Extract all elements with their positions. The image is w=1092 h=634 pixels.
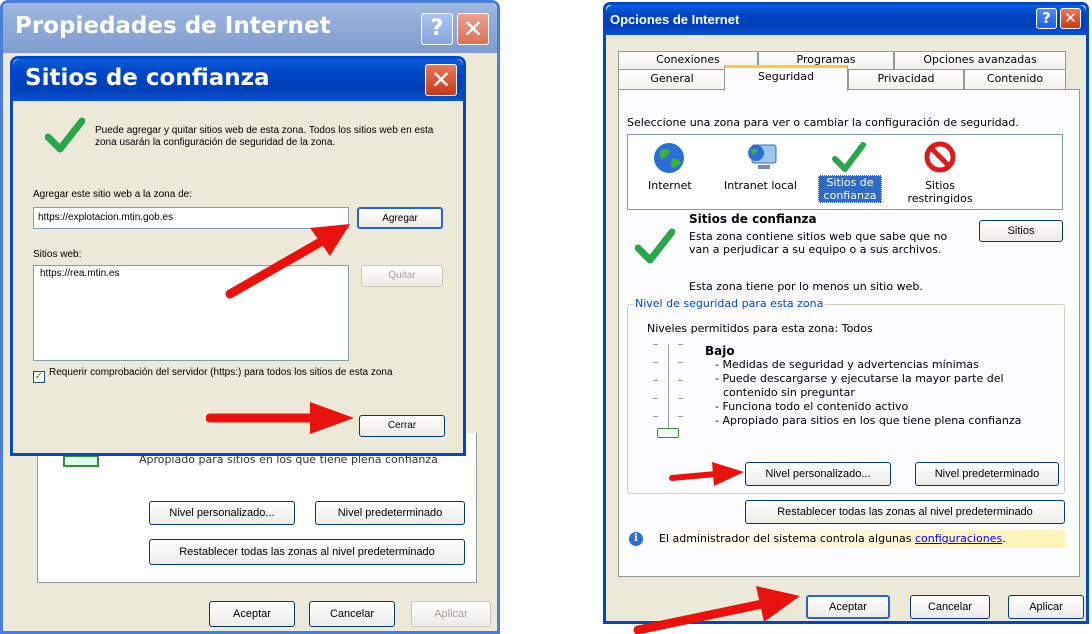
level-bullet-1: - Medidas de seguridad y advertencias mí… [715, 358, 979, 371]
admin-note-suffix: . [1002, 532, 1006, 545]
ok-button[interactable]: Aceptar [806, 595, 890, 619]
dialog-titlebar: Sitios de confianza ✕ [13, 59, 463, 101]
left-ok-button[interactable]: Aceptar [209, 601, 295, 627]
tab-seguridad[interactable]: Seguridad [724, 65, 848, 91]
zone-label-trusted[interactable]: Sitios de confianza [818, 175, 882, 203]
tab-contenido[interactable]: Contenido [964, 69, 1066, 89]
dialog-info-text: Puede agregar y quitar sitios web de est… [95, 125, 434, 148]
intranet-icon [748, 144, 777, 169]
admin-settings-link[interactable]: configuraciones [915, 532, 1002, 545]
right-window-title: Opciones de Internet [610, 12, 740, 27]
left-window-title: Propiedades de Internet [15, 13, 331, 39]
dialog-title: Sitios de confianza [25, 65, 270, 91]
zone-label-restricted[interactable]: Sitios restringidos [900, 179, 980, 205]
slider-thumb[interactable] [657, 428, 679, 438]
custom-level-button[interactable]: Nivel personalizado... [745, 462, 891, 486]
security-tab-page: Seleccione una zona para ver o cambiar l… [618, 89, 1080, 577]
require-https-checkbox[interactable]: ✓ [33, 371, 45, 383]
tab-privacidad[interactable]: Privacidad [848, 69, 964, 89]
zone-label-internet[interactable]: Internet [648, 179, 692, 192]
checkmark-icon [45, 117, 85, 153]
add-site-button[interactable]: Agregar [357, 207, 443, 229]
red-arrow-to-add [225, 224, 350, 299]
right-close-icon[interactable]: ✕ [1060, 8, 1081, 29]
help-icon[interactable]: ? [421, 13, 453, 45]
apply-button[interactable]: Aplicar [1008, 595, 1084, 619]
zone-label-intranet[interactable]: Intranet local [724, 179, 797, 192]
left-cancel-button[interactable]: Cancelar [309, 601, 395, 627]
red-arrow-to-close [206, 402, 354, 434]
default-level-button[interactable]: Nivel predeterminado [915, 462, 1059, 486]
trusted-check-icon [635, 228, 675, 264]
slider-thumb-icon [63, 455, 99, 467]
internet-options-window: Opciones de Internet ? ✕ Conexiones Prog… [603, 2, 1089, 624]
dialog-close-icon[interactable]: ✕ [425, 64, 457, 96]
zone-label-trusted-text: Sitios de confianza [823, 176, 877, 202]
admin-note-prefix: El administrador del sistema controla al… [659, 532, 912, 545]
checkmark-zone-icon [832, 142, 866, 172]
level-bullet-5: - Apropiado para sitios en los que tiene… [715, 414, 1022, 427]
left-window-titlebar: Propiedades de Internet ? ✕ [3, 3, 497, 53]
tab-opciones-avanzadas[interactable]: Opciones avanzadas [894, 51, 1066, 69]
restricted-icon [924, 141, 956, 173]
right-window-titlebar: Opciones de Internet ? ✕ [606, 5, 1086, 35]
info-icon: i [629, 532, 643, 546]
zone-list[interactable]: Internet Intranet local Sitios de confia… [627, 134, 1063, 210]
tab-general[interactable]: General [618, 69, 726, 89]
slider-ticks [653, 344, 683, 434]
zone-title: Sitios de confianza [689, 212, 817, 226]
zone-description: Esta zona contiene sitios web que sabe q… [689, 230, 948, 256]
level-bullet-3: contenido sin preguntar [723, 386, 855, 399]
cancel-button[interactable]: Cancelar [910, 595, 990, 619]
zone-prompt: Seleccione una zona para ver o cambiar l… [627, 116, 1019, 129]
zone-note: Esta zona tiene por lo menos un sitio we… [689, 280, 923, 293]
security-level-legend: Nivel de seguridad para esta zona [633, 297, 826, 310]
remove-site-button: Quitar [361, 265, 443, 287]
allowed-levels: Niveles permitidos para esta zona: Todos [647, 322, 873, 335]
sites-list-label: Sitios web: [33, 249, 82, 260]
level-name: Bajo [705, 344, 735, 358]
red-arrow-to-ok [633, 586, 800, 634]
level-bullet-2: - Puede descargarse y ejecutarse la mayo… [715, 372, 1004, 385]
security-slider[interactable] [653, 344, 683, 440]
globe-icon [654, 143, 684, 173]
close-icon[interactable]: ✕ [457, 13, 489, 45]
red-arrow-to-custom-level [669, 462, 744, 486]
left-apply-button: Aplicar [411, 601, 491, 627]
add-site-label: Agregar este sitio web a la zona de: [33, 189, 192, 200]
admin-note: El administrador del sistema controla al… [659, 532, 1006, 545]
left-default-level-button[interactable]: Nivel predeterminado [315, 501, 465, 525]
require-https-label: Requerir comprobación del servidor (http… [49, 367, 393, 378]
left-reset-all-button[interactable]: Restablecer todas las zonas al nivel pre… [149, 539, 465, 565]
sites-button[interactable]: Sitios [979, 220, 1063, 242]
reset-all-zones-button[interactable]: Restablecer todas las zonas al nivel pre… [745, 500, 1065, 524]
level-bullet-4: - Funciona todo el contenido activo [715, 400, 909, 413]
left-custom-level-button[interactable]: Nivel personalizado... [149, 501, 295, 525]
dialog-close-button[interactable]: Cerrar [359, 415, 445, 437]
right-help-icon[interactable]: ? [1036, 8, 1057, 29]
